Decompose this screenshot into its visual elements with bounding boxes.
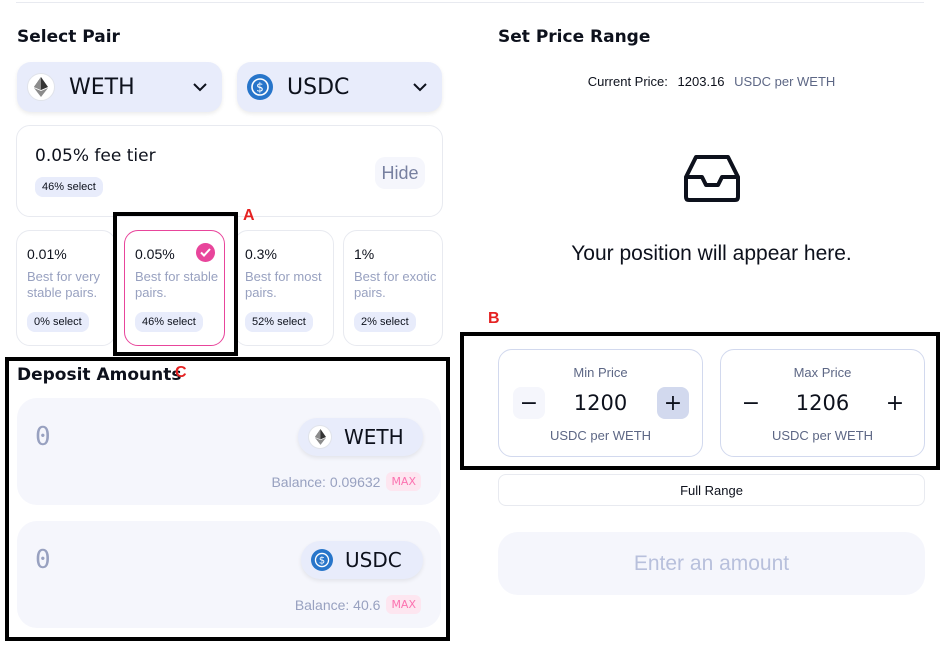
fee-option-select-badge: 0% select <box>27 312 89 332</box>
fee-option-0.01[interactable]: 0.01% Best for very stable pairs. 0% sel… <box>16 230 116 346</box>
ethereum-icon <box>27 73 55 101</box>
annotation-box-c <box>5 357 450 641</box>
hide-button[interactable]: Hide <box>375 157 425 189</box>
full-range-button[interactable]: Full Range <box>498 474 925 506</box>
token-b-symbol: USDC <box>287 74 350 100</box>
select-pair-title: Select Pair <box>17 27 120 47</box>
fee-option-pct: 1% <box>354 246 375 262</box>
usdc-icon: $ <box>247 74 273 100</box>
fee-option-pct: 0.3% <box>245 246 277 262</box>
annotation-label-a: A <box>243 207 255 224</box>
current-price-unit: USDC per WETH <box>734 74 836 89</box>
current-price-label: Current Price: <box>587 74 668 89</box>
token-a-selector[interactable]: WETH <box>17 62 222 112</box>
set-price-range-title: Set Price Range <box>498 27 651 47</box>
fee-option-desc: Best for very stable pairs. <box>27 269 100 300</box>
fee-option-select-badge: 2% select <box>354 312 416 332</box>
fee-option-1[interactable]: 1% Best for exotic pairs. 2% select <box>343 230 443 346</box>
chevron-down-icon <box>192 79 208 95</box>
fee-option-0.3[interactable]: 0.3% Best for most pairs. 52% select <box>234 230 334 346</box>
token-b-selector[interactable]: $ USDC <box>237 62 442 112</box>
annotation-box-b <box>460 332 940 470</box>
fee-tier-label: 0.05% fee tier <box>35 146 156 166</box>
inbox-icon <box>682 153 742 203</box>
token-a-symbol: WETH <box>69 74 135 100</box>
current-price-value: 1203.16 <box>677 74 725 89</box>
enter-amount-button[interactable]: Enter an amount <box>498 532 925 595</box>
annotation-box-a <box>113 212 238 356</box>
fee-option-select-badge: 52% select <box>245 312 313 332</box>
annotation-label-b: B <box>488 310 500 327</box>
empty-position-message: Your position will appear here. <box>571 242 852 265</box>
fee-option-desc: Best for most pairs. <box>245 269 322 300</box>
fee-tier-summary: 0.05% fee tier 46% select Hide <box>16 125 443 217</box>
svg-text:$: $ <box>256 81 264 95</box>
current-price: Current Price: 1203.16 USDC per WETH <box>498 74 925 89</box>
fee-tier-select-badge: 46% select <box>35 177 103 197</box>
fee-option-desc: Best for exotic pairs. <box>354 269 437 300</box>
fee-option-pct: 0.01% <box>27 246 67 262</box>
top-divider <box>16 2 924 3</box>
chevron-down-icon <box>412 79 428 95</box>
